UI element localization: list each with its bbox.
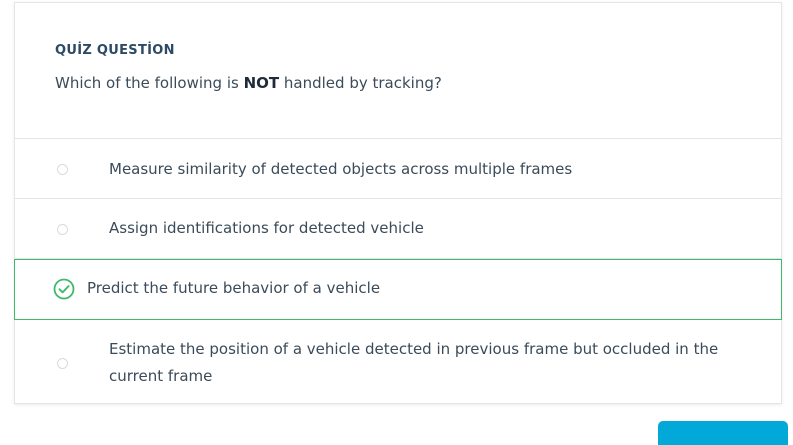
answer-option-label: Assign identifications for detected vehi… [109, 219, 424, 237]
question-prefix: Which of the following is [55, 74, 244, 92]
quiz-card: QUİZ QUESTİON Which of the following is … [14, 2, 782, 404]
quiz-header: QUİZ QUESTİON Which of the following is … [15, 3, 781, 139]
answer-option-2[interactable]: Assign identifications for detected vehi… [15, 199, 781, 259]
answer-option-4[interactable]: Estimate the position of a vehicle detec… [15, 320, 781, 406]
question-suffix: handled by tracking? [279, 74, 442, 92]
radio-empty-icon[interactable] [57, 164, 68, 175]
question-emphasis: NOT [243, 74, 280, 92]
quiz-eyebrow: QUİZ QUESTİON [55, 43, 175, 58]
check-circle-icon [53, 278, 75, 300]
quiz-question: Which of the following is NOT handled by… [55, 74, 781, 92]
radio-empty-icon[interactable] [57, 224, 68, 235]
answer-option-1[interactable]: Measure similarity of detected objects a… [15, 139, 781, 199]
answer-option-label: Predict the future behavior of a vehicle [87, 279, 381, 297]
submit-button[interactable] [658, 421, 788, 445]
radio-empty-icon[interactable] [57, 358, 68, 369]
answer-option-label: Estimate the position of a vehicle detec… [109, 340, 719, 385]
answer-option-3-correct[interactable]: Predict the future behavior of a vehicle [14, 259, 782, 320]
answer-option-label: Measure similarity of detected objects a… [109, 160, 573, 178]
